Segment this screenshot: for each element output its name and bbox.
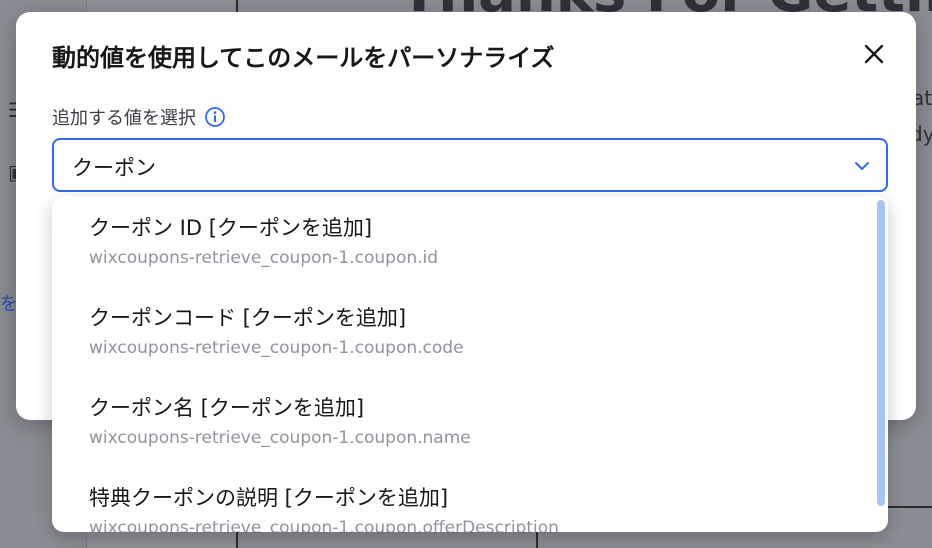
dropdown-option[interactable]: クーポンコード [クーポンを追加] wixcoupons-retrieve_co… bbox=[52, 286, 872, 376]
field-label-row: 追加する値を選択 bbox=[52, 104, 226, 130]
field-label: 追加する値を選択 bbox=[52, 108, 196, 129]
dropdown-option[interactable]: クーポン ID [クーポンを追加] wixcoupons-retrieve_co… bbox=[52, 196, 872, 286]
option-value: wixcoupons-retrieve_coupon-1.coupon.offe… bbox=[89, 518, 559, 532]
close-icon bbox=[864, 44, 884, 64]
option-value: wixcoupons-retrieve_coupon-1.coupon.name bbox=[89, 428, 471, 448]
dropdown-option[interactable]: 特典クーポンの説明 [クーポンを追加] wixcoupons-retrieve_… bbox=[52, 466, 872, 532]
option-label: クーポン名 [クーポンを追加] bbox=[89, 396, 365, 420]
option-value: wixcoupons-retrieve_coupon-1.coupon.id bbox=[89, 248, 439, 268]
option-value: wixcoupons-retrieve_coupon-1.coupon.code bbox=[89, 338, 464, 358]
options-dropdown: クーポン ID [クーポンを追加] wixcoupons-retrieve_co… bbox=[52, 196, 888, 532]
info-icon[interactable] bbox=[204, 106, 226, 128]
option-label: 特典クーポンの説明 [クーポンを追加] bbox=[89, 486, 449, 510]
chevron-down-icon bbox=[855, 162, 869, 170]
close-button[interactable] bbox=[858, 38, 890, 70]
dropdown-option[interactable]: クーポン名 [クーポンを追加] wixcoupons-retrieve_coup… bbox=[52, 376, 872, 466]
modal-title: 動的値を使用してこのメールをパーソナライズ bbox=[52, 44, 555, 72]
select-value: クーポン bbox=[72, 156, 156, 180]
option-label: クーポン ID [クーポンを追加] bbox=[89, 216, 373, 240]
option-label: クーポンコード [クーポンを追加] bbox=[89, 306, 407, 330]
value-select[interactable]: クーポン bbox=[52, 138, 888, 192]
dropdown-scrollbar[interactable] bbox=[877, 200, 885, 506]
